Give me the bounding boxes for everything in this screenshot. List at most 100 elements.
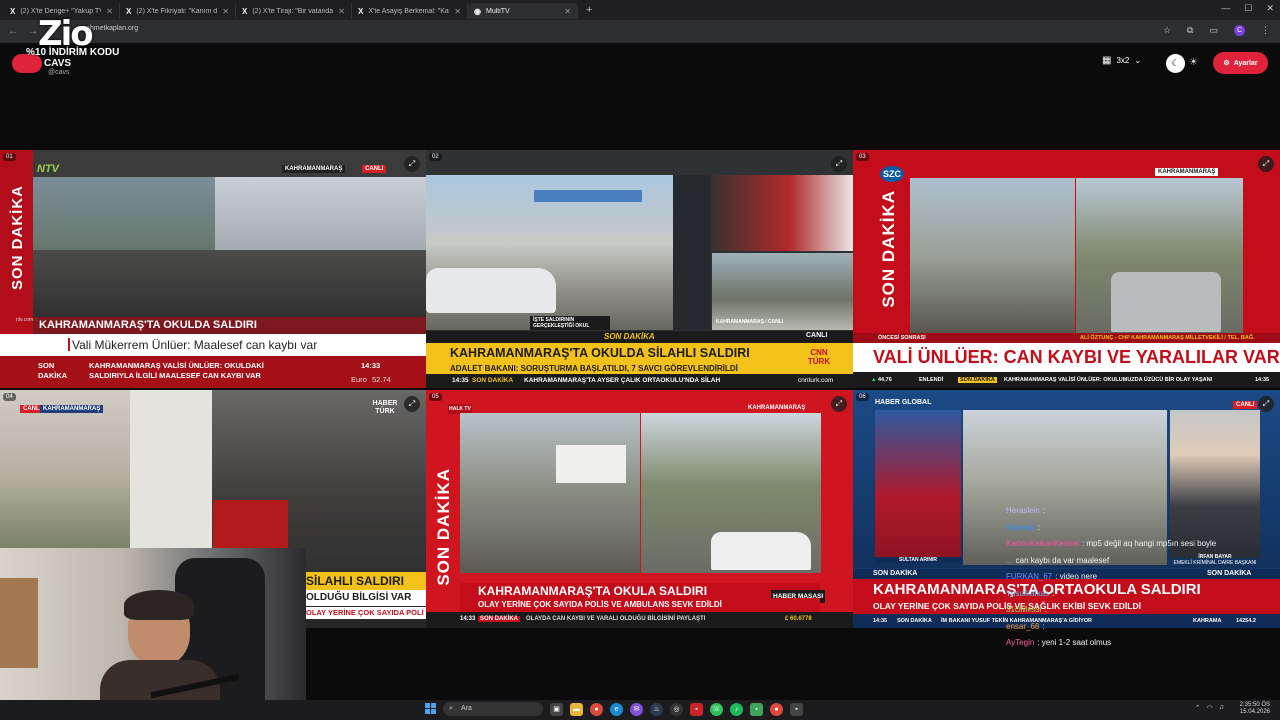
location-tag: KAHRAMANMARAŞ [748,405,806,411]
subline-text: OLDUĞU BİLGİSİ VAR [306,592,412,603]
task-view-icon[interactable]: ▣ [550,703,563,716]
url-field[interactable]: ahmetkaplan.org [86,25,138,32]
chat-username[interactable]: Heraslein [1006,506,1040,515]
taskbar-clock[interactable]: 2:35:50 ÖS 15.04.2026 [1240,702,1270,716]
x-logo-icon: X [10,6,16,16]
expand-icon[interactable]: ⤢ [1258,396,1274,412]
ticker-text: KAHRAMANMARAŞ VALİSİ ÜNLÜER: OKULUMUZDA … [1004,377,1213,383]
spotify-icon[interactable]: ♪ [730,703,743,716]
volume-icon[interactable]: ♫ [1219,704,1224,712]
building-shape [130,390,212,550]
video-tile-03[interactable]: SON DAKİKA SZC KAHRAMANMARAŞ 03 ⤢ ÖNCESİ… [853,150,1280,388]
sidepanel-icon[interactable]: ▭ [1209,25,1218,36]
browser-tab-active[interactable]: ◉ MultiTV ✕ [468,3,578,19]
close-icon[interactable]: ✕ [454,7,461,16]
chevron-up-icon[interactable]: ⌃ [1195,704,1201,712]
chat-username[interactable]: Yusufkafkas [1006,589,1049,598]
chat-message: ... can kaybı da var maalesef [1006,553,1280,570]
chat-username[interactable]: 31ciMessi [1006,605,1042,614]
expand-icon[interactable]: ⤢ [831,156,847,172]
messenger-icon[interactable]: ✉ [630,703,643,716]
close-icon[interactable]: ✕ [564,7,571,16]
live-badge: CANLI [1233,401,1258,409]
app-icon[interactable]: ▪ [750,703,763,716]
chat-username[interactable]: ensar_68 [1006,622,1039,631]
minimize-icon[interactable]: — [1221,3,1230,14]
video-tile-01[interactable]: SON DAKİKA 01 NTV KAHRAMANMARAŞ CANLI ⤢ … [0,150,426,388]
close-icon[interactable]: ✕ [222,7,229,16]
chat-text: : video nere [1055,572,1098,581]
settings-button[interactable]: ⚙ Ayarlar [1213,52,1268,74]
browser-tab[interactable]: X X'te Asayiş Berkemal: "Kahram ✕ [352,3,468,19]
inset-video-top [712,175,853,251]
speaker-caption: ALİ ÖZTUNÇ - CHP KAHRAMANMARAŞ MİLLETVEK… [1080,335,1255,341]
video-tile-05[interactable]: SON DAKİKA HALK TV KAHRAMANMARAŞ 05 ⤢ KA… [426,390,853,628]
headline-bar: KAHRAMANMARAŞ'TA OKULDA SALDIRI [33,317,426,334]
whatsapp-icon[interactable]: ☏ [710,703,723,716]
profile-avatar[interactable]: C [1234,25,1245,36]
layout-select[interactable]: ▦ 3x2 ⌄ [1102,55,1141,66]
headline-text: KAHRAMANMARAŞ'TA OKULA SALDIRI [478,584,708,598]
file-explorer-icon[interactable]: ▬ [570,703,583,716]
location-tag: KAHRAMANMARAŞ [40,405,104,413]
dark-mode-toggle[interactable]: ☾ [1166,54,1185,73]
clock-text: 14:35 [1255,377,1270,383]
expand-icon[interactable]: ⤢ [404,156,420,172]
tile-number: 05 [429,393,442,401]
ticker-label: SON DAKİKA [38,361,68,380]
expand-icon[interactable]: ⤢ [831,396,847,412]
close-window-icon[interactable]: ✕ [1266,3,1274,14]
sun-icon[interactable]: ☀ [1189,57,1198,68]
obs-icon[interactable]: ◎ [670,703,683,716]
windows-start-icon[interactable] [425,703,436,714]
breaking-vertical-text: SON DAKİKA [434,468,453,586]
wifi-icon[interactable]: ◠ [1207,704,1213,712]
chrome-icon[interactable]: ● [590,703,603,716]
subline-bar: OLAY YERİNE ÇOK SAYIDA POLİS VE AMBULANS… [460,598,820,612]
app-icon[interactable]: ▪ [690,703,703,716]
bookmark-star-icon[interactable]: ☆ [1163,25,1171,36]
extensions-icon[interactable]: ⧉ [1187,25,1193,36]
tab-label: MultiTV [485,7,510,15]
chat-username[interactable]: ... [1006,556,1013,565]
breaking-label: SON DAKİKA [604,332,655,341]
expand-icon[interactable]: ⤢ [1258,156,1274,172]
back-icon[interactable]: ← [8,26,18,37]
settings-label: Ayarlar [1233,59,1258,67]
chat-username[interactable]: KartonKaikanKestrel [1006,539,1079,548]
channel-logo: HABER TÜRK [372,400,398,415]
close-icon[interactable]: ✕ [338,7,345,16]
globe-icon: ◉ [474,6,481,16]
ticker-bar: 14:33 SON DAKİKA OLAYDA CAN KAYBI VE YAR… [426,612,853,628]
channel-handle: @cavs [48,69,70,76]
chat-message: Yusufkafkas: [1006,586,1280,603]
speaker-bar: ÖNCESİ SONRASI ALİ ÖZTUNÇ - CHP KAHRAMAN… [853,333,1280,343]
expand-icon[interactable]: ⤢ [404,396,420,412]
browser-tab[interactable]: X (2) X'te Fikriyati: "Kanım donduı ✕ [120,3,236,19]
close-icon[interactable]: ✕ [106,7,113,16]
steam-icon[interactable]: ♨ [650,703,663,716]
breaking-vertical-text: SON DAKİKA [9,185,26,291]
taskbar-search[interactable]: ⌕ Ara [443,702,543,716]
menu-icon[interactable]: ⋮ [1261,25,1270,36]
browser-tab[interactable]: X (2) X'te Tiraji: "Bir vatandaş, Har ✕ [236,3,352,19]
channel-logo: HABER GLOBAL [875,399,932,406]
chat-message: 31ciMessi: [1006,602,1280,619]
channel-logo: SZC [880,166,904,182]
chat-username[interactable]: Stavita0 [1006,523,1035,532]
layout-label: 3x2 [1116,56,1130,65]
app-icon[interactable]: ▪ [790,703,803,716]
headline-text: VALİ ÜNLÜER: CAN KAYBI VE YARALILAR VAR [873,347,1280,367]
subline-accent [68,338,70,351]
video-tile-02[interactable]: İŞTE SALDIRININ GERÇEKLEŞTİĞİ OKUL KAHRA… [426,150,853,388]
tile-number: 02 [429,153,442,161]
forward-icon[interactable]: → [28,26,38,37]
side-panel [673,175,711,330]
chat-username[interactable]: FURKAN_67 [1006,572,1052,581]
chat-username[interactable]: AyTegin [1006,638,1034,647]
edge-icon[interactable]: e [610,703,623,716]
maximize-icon[interactable]: ☐ [1244,3,1252,14]
tab-label: (2) X'te Tiraji: "Bir vatandaş, Har [252,7,334,15]
new-tab-button[interactable]: + [578,4,592,16]
chrome-active-icon[interactable]: ● [770,703,783,716]
